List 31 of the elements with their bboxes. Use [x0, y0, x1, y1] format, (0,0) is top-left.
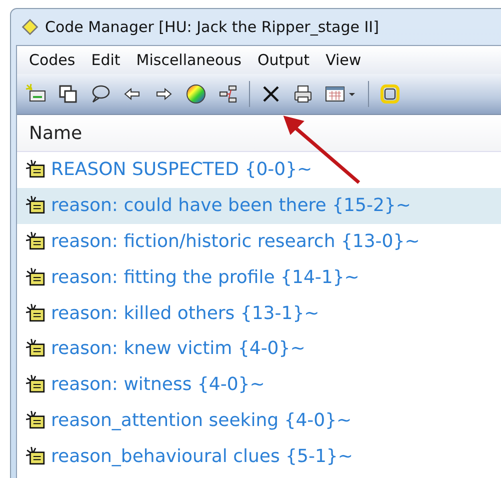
code-icon: [25, 195, 46, 216]
code-icon: [25, 302, 46, 324]
menu-item[interactable]: Codes: [29, 51, 76, 69]
diamond-icon: [21, 18, 39, 36]
code-icon: [25, 338, 46, 360]
menu-item[interactable]: Output: [257, 51, 310, 69]
code-row[interactable]: reason: knew victim {4-0}~: [17, 330, 501, 367]
code-row[interactable]: reason: killed others {13-1}~: [17, 295, 501, 331]
menu-item[interactable]: View: [326, 51, 362, 69]
menu-item[interactable]: Edit: [91, 51, 120, 69]
code-row[interactable]: reason_attention seeking {4-0}~: [17, 402, 501, 438]
window-title: Code Manager [HU: Jack the Ripper_stage II]: [45, 18, 379, 36]
code-row[interactable]: reason: witness {4-0}~: [17, 366, 501, 403]
code-row[interactable]: reason_behavioural clues {5-1}~: [17, 438, 501, 474]
code-row[interactable]: reason: fitting the profile {14-1}~: [17, 259, 501, 296]
code-icon: [25, 230, 46, 252]
code-icon: [25, 374, 46, 396]
copy-icon[interactable]: [57, 83, 79, 105]
column-header[interactable]: Name: [29, 122, 82, 144]
print-icon[interactable]: [292, 83, 314, 105]
code-row[interactable]: reason: could have been there {15-2}~: [17, 188, 501, 224]
code-icon: [25, 446, 46, 467]
code-row[interactable]: reason: fiction/historic research {13-0}~: [17, 224, 501, 260]
code-icon: [25, 410, 46, 431]
highlight-icon[interactable]: [379, 83, 401, 105]
menu-item[interactable]: Miscellaneous: [136, 51, 242, 69]
code-icon: [25, 266, 46, 288]
code-row[interactable]: REASON SUSPECTED {0-0}~: [17, 152, 501, 188]
code-icon: [25, 159, 46, 180]
color-wheel-icon[interactable]: [185, 83, 207, 105]
network-icon[interactable]: [217, 83, 239, 105]
